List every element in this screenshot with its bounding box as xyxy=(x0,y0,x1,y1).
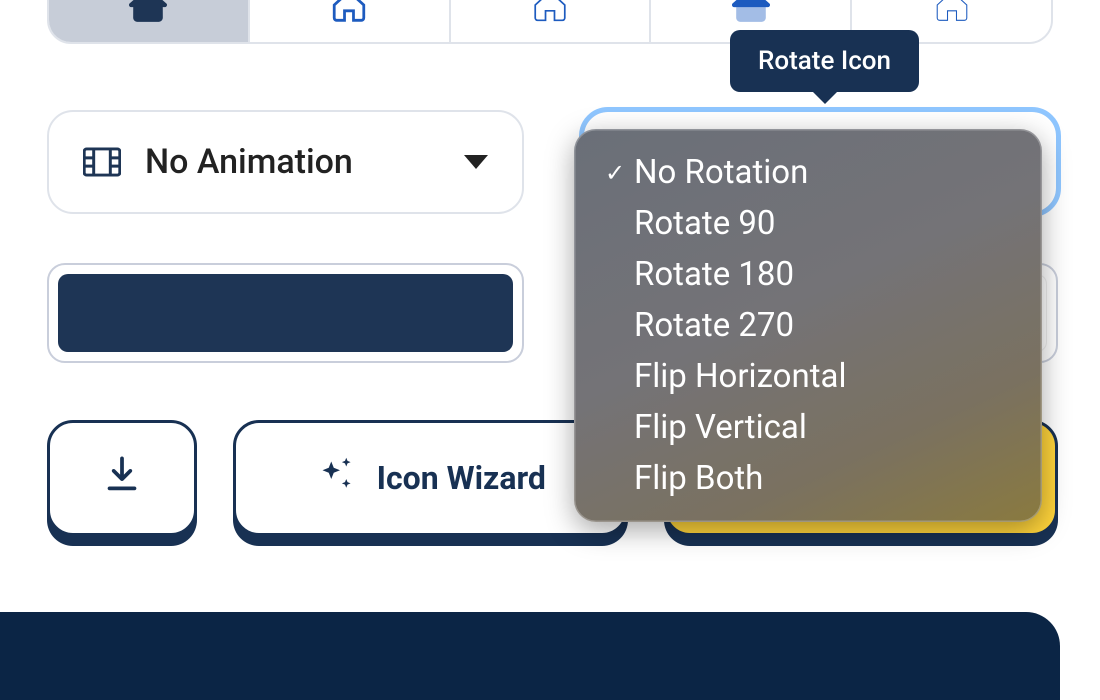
rotation-option-flip-both[interactable]: Flip Both xyxy=(574,453,1042,504)
rotation-option-rotate-270[interactable]: Rotate 270 xyxy=(574,300,1042,351)
menu-item-label: Flip Both xyxy=(634,459,763,498)
icon-wizard-button[interactable]: Icon Wizard xyxy=(233,420,628,536)
menu-item-label: Flip Vertical xyxy=(634,408,807,447)
animation-select[interactable]: No Animation xyxy=(47,110,524,214)
animation-select-label: No Animation xyxy=(145,142,353,182)
sparkles-icon xyxy=(315,454,355,502)
rotation-option-flip-vertical[interactable]: Flip Vertical xyxy=(574,402,1042,453)
download-icon xyxy=(102,454,142,502)
primary-color-picker[interactable] xyxy=(47,263,524,363)
rotation-menu: ✓ No Rotation Rotate 90 Rotate 180 Rotat… xyxy=(574,129,1042,522)
menu-item-label: Flip Horizontal xyxy=(634,357,847,396)
menu-item-label: No Rotation xyxy=(634,153,808,192)
primary-color-swatch xyxy=(58,274,513,352)
rotate-icon-tooltip: Rotate Icon xyxy=(730,30,919,92)
house-icon xyxy=(732,0,770,28)
house-icon xyxy=(129,0,167,28)
tooltip-text: Rotate Icon xyxy=(758,46,891,76)
style-tab-light[interactable] xyxy=(451,0,652,42)
style-tab-regular[interactable] xyxy=(250,0,451,42)
style-tab-solid[interactable] xyxy=(49,0,250,42)
check-icon: ✓ xyxy=(602,159,628,187)
rotation-option-no-rotation[interactable]: ✓ No Rotation xyxy=(574,147,1042,198)
footer-band xyxy=(0,612,1060,700)
rotation-option-rotate-180[interactable]: Rotate 180 xyxy=(574,249,1042,300)
film-icon xyxy=(83,143,121,181)
menu-item-label: Rotate 270 xyxy=(634,306,794,345)
chevron-down-icon xyxy=(464,155,488,169)
rotation-option-flip-horizontal[interactable]: Flip Horizontal xyxy=(574,351,1042,402)
icon-wizard-label: Icon Wizard xyxy=(377,459,546,497)
house-icon xyxy=(531,0,569,28)
house-icon xyxy=(933,0,971,28)
rotation-option-rotate-90[interactable]: Rotate 90 xyxy=(574,198,1042,249)
house-icon xyxy=(330,0,368,28)
download-button[interactable] xyxy=(47,420,197,536)
menu-item-label: Rotate 180 xyxy=(634,255,794,294)
menu-item-label: Rotate 90 xyxy=(634,204,775,243)
